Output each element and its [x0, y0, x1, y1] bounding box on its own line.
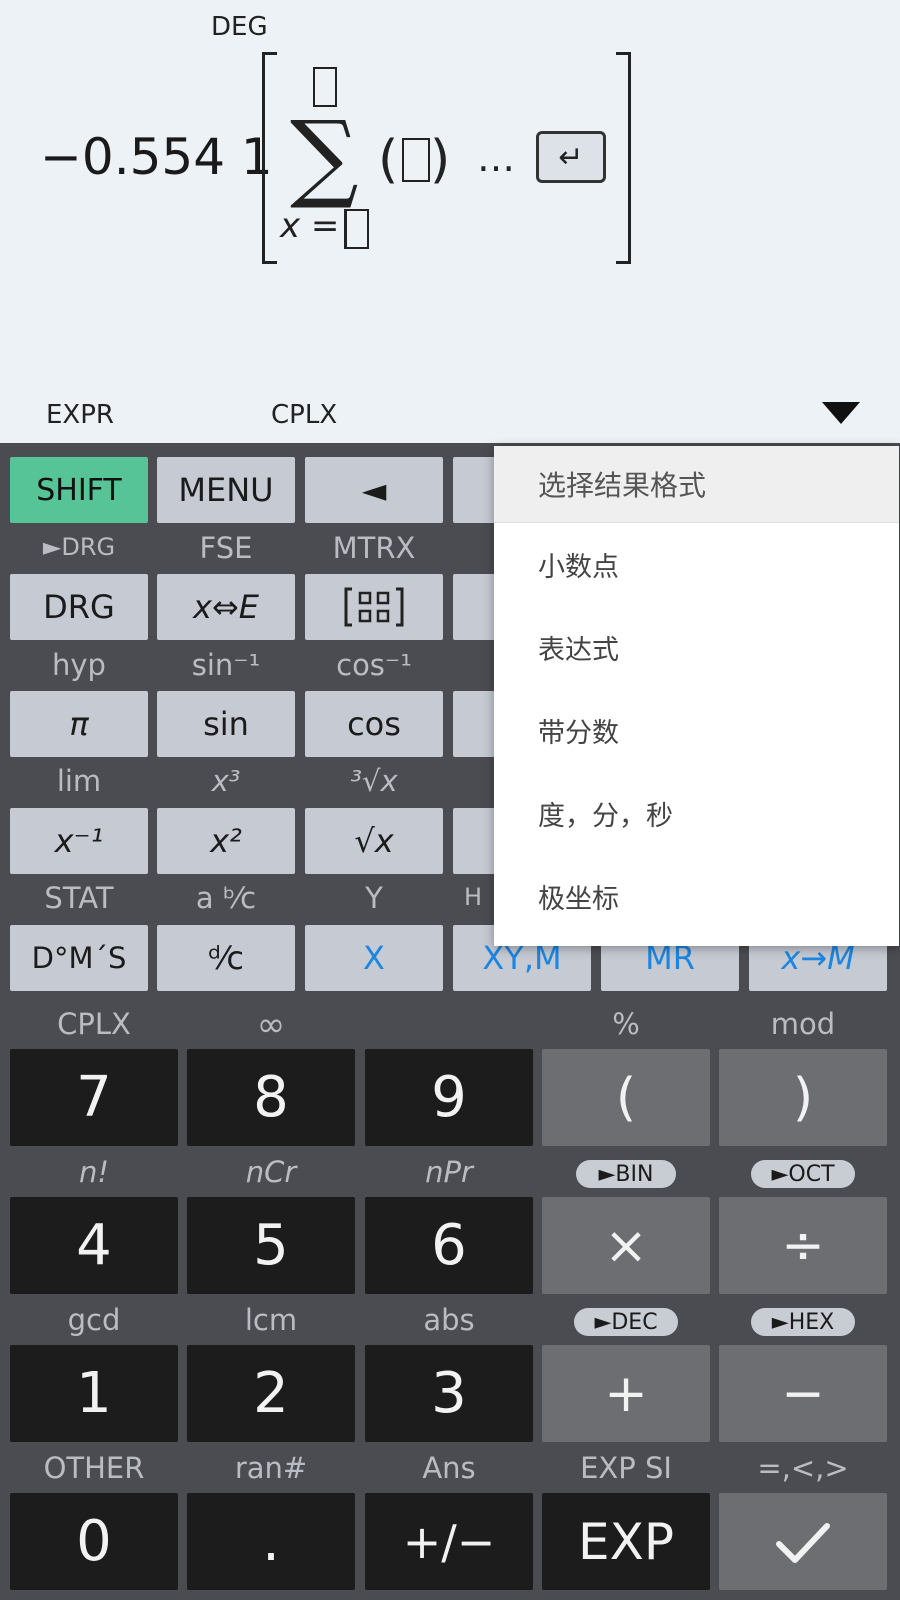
equals-check-key[interactable] — [719, 1493, 887, 1590]
digit-2-key[interactable]: 2 — [187, 1345, 355, 1442]
checkmark-icon — [776, 1522, 830, 1563]
menu-title: 选择结果格式 — [494, 446, 899, 523]
label-abs: abs — [423, 1303, 475, 1337]
square-key[interactable]: x² — [157, 808, 295, 874]
matrix-enter-button[interactable]: ↵ — [536, 131, 606, 183]
ellipsis: … — [477, 136, 515, 180]
label-mixed-fraction: a ᵇ⁄c — [195, 881, 257, 915]
pi-key[interactable]: π — [10, 691, 148, 757]
label-hyp: hyp — [52, 648, 106, 682]
label-exp-si: EXP SI — [580, 1451, 672, 1485]
menu-item-mixed-fraction[interactable]: 带分数 — [494, 689, 899, 772]
back-key[interactable]: ◄ — [305, 457, 443, 523]
menu-item-polar[interactable]: 极坐标 — [494, 855, 899, 938]
shift-key[interactable]: SHIFT — [10, 457, 148, 523]
digit-4-key[interactable]: 4 — [10, 1197, 178, 1294]
angle-mode-indicator: DEG — [211, 12, 268, 42]
reciprocal-key[interactable]: x⁻¹ — [10, 808, 148, 874]
dropdown-triangle-icon[interactable] — [822, 402, 860, 424]
sqrt-key[interactable]: √x — [305, 808, 443, 874]
menu-item-expression[interactable]: 表达式 — [494, 606, 899, 689]
label-to-drg: ►DRG — [42, 533, 116, 561]
calculator-display[interactable]: DEG −0.554 1 ∑ x = ( ) … ↵ EXPR CPLX — [0, 0, 900, 443]
mode-expr-label: EXPR — [46, 400, 114, 430]
label-factorial: n! — [78, 1155, 109, 1189]
label-ncr: nCr — [245, 1155, 297, 1189]
label-infinity: ∞ — [256, 1005, 286, 1045]
result-format-menu[interactable]: 选择结果格式 小数点 表达式 带分数 度，分，秒 极坐标 — [494, 446, 899, 946]
exp-key[interactable]: EXP — [542, 1493, 710, 1590]
negate-key[interactable]: +/− — [365, 1493, 533, 1590]
cos-key[interactable]: cos — [305, 691, 443, 757]
close-paren: ) — [430, 130, 451, 190]
menu-item-decimal[interactable]: 小数点 — [494, 523, 899, 606]
digit-0-key[interactable]: 0 — [10, 1493, 178, 1590]
digit-7-key[interactable]: 7 — [10, 1049, 178, 1146]
label-to-oct: ►OCT — [751, 1160, 855, 1188]
sum-body-placeholder[interactable] — [402, 138, 430, 182]
multiply-key[interactable]: × — [542, 1197, 710, 1294]
label-to-hex: ►HEX — [751, 1308, 855, 1336]
label-mod: mod — [770, 1007, 836, 1041]
matrix-bracket-left — [262, 52, 277, 264]
matrix-bracket-right — [616, 52, 631, 264]
label-ans: Ans — [422, 1451, 476, 1485]
label-cplx: CPLX — [57, 1007, 131, 1041]
label-h-partial: H — [463, 883, 483, 911]
open-paren-key[interactable]: ( — [542, 1049, 710, 1146]
label-arcsin: sin⁻¹ — [191, 648, 261, 682]
matrix-icon — [344, 587, 404, 627]
label-compare: =,<,> — [757, 1451, 849, 1485]
close-paren-key[interactable]: ) — [719, 1049, 887, 1146]
plus-key[interactable]: + — [542, 1345, 710, 1442]
label-arccos: cos⁻¹ — [336, 648, 412, 682]
menu-item-dms[interactable]: 度，分，秒 — [494, 772, 899, 855]
summation-symbol: ∑ — [290, 100, 359, 212]
x-swap-e-key[interactable]: x⇔E — [157, 574, 295, 640]
label-to-bin: ►BIN — [576, 1160, 676, 1188]
label-other: OTHER — [43, 1451, 145, 1485]
enter-icon: ↵ — [558, 139, 584, 175]
label-lcm: lcm — [244, 1303, 298, 1337]
result-value: −0.554 1 — [40, 128, 273, 186]
mode-cplx-label: CPLX — [271, 400, 338, 430]
label-x-cubed: x³ — [211, 764, 241, 798]
label-cube-root: ³√x — [350, 764, 398, 798]
sum-lower-placeholder[interactable] — [344, 209, 369, 249]
label-percent: % — [612, 1007, 640, 1041]
fraction-key[interactable]: ᵈ⁄c — [157, 925, 295, 991]
menu-key[interactable]: MENU — [157, 457, 295, 523]
digit-6-key[interactable]: 6 — [365, 1197, 533, 1294]
decimal-point-key[interactable]: . — [187, 1493, 355, 1590]
digit-8-key[interactable]: 8 — [187, 1049, 355, 1146]
label-fse: FSE — [199, 531, 253, 565]
label-random: ran# — [234, 1451, 308, 1485]
open-paren: ( — [378, 130, 399, 190]
label-lim: lim — [56, 764, 102, 798]
label-stat: STAT — [44, 881, 114, 915]
minus-key[interactable]: − — [719, 1345, 887, 1442]
digit-9-key[interactable]: 9 — [365, 1049, 533, 1146]
sum-lower-variable: x = — [280, 206, 340, 246]
divide-key[interactable]: ÷ — [719, 1197, 887, 1294]
dms-key[interactable]: D°M´S — [10, 925, 148, 991]
label-to-dec: ►DEC — [574, 1308, 678, 1336]
sin-key[interactable]: sin — [157, 691, 295, 757]
label-gcd: gcd — [67, 1303, 121, 1337]
drg-key[interactable]: DRG — [10, 574, 148, 640]
label-mtrx: MTRX — [332, 531, 416, 565]
matrix-key[interactable] — [305, 574, 443, 640]
digit-1-key[interactable]: 1 — [10, 1345, 178, 1442]
label-y: Y — [365, 881, 383, 915]
label-npr: nPr — [425, 1155, 473, 1189]
digit-3-key[interactable]: 3 — [365, 1345, 533, 1442]
digit-5-key[interactable]: 5 — [187, 1197, 355, 1294]
x-var-key[interactable]: X — [305, 925, 443, 991]
